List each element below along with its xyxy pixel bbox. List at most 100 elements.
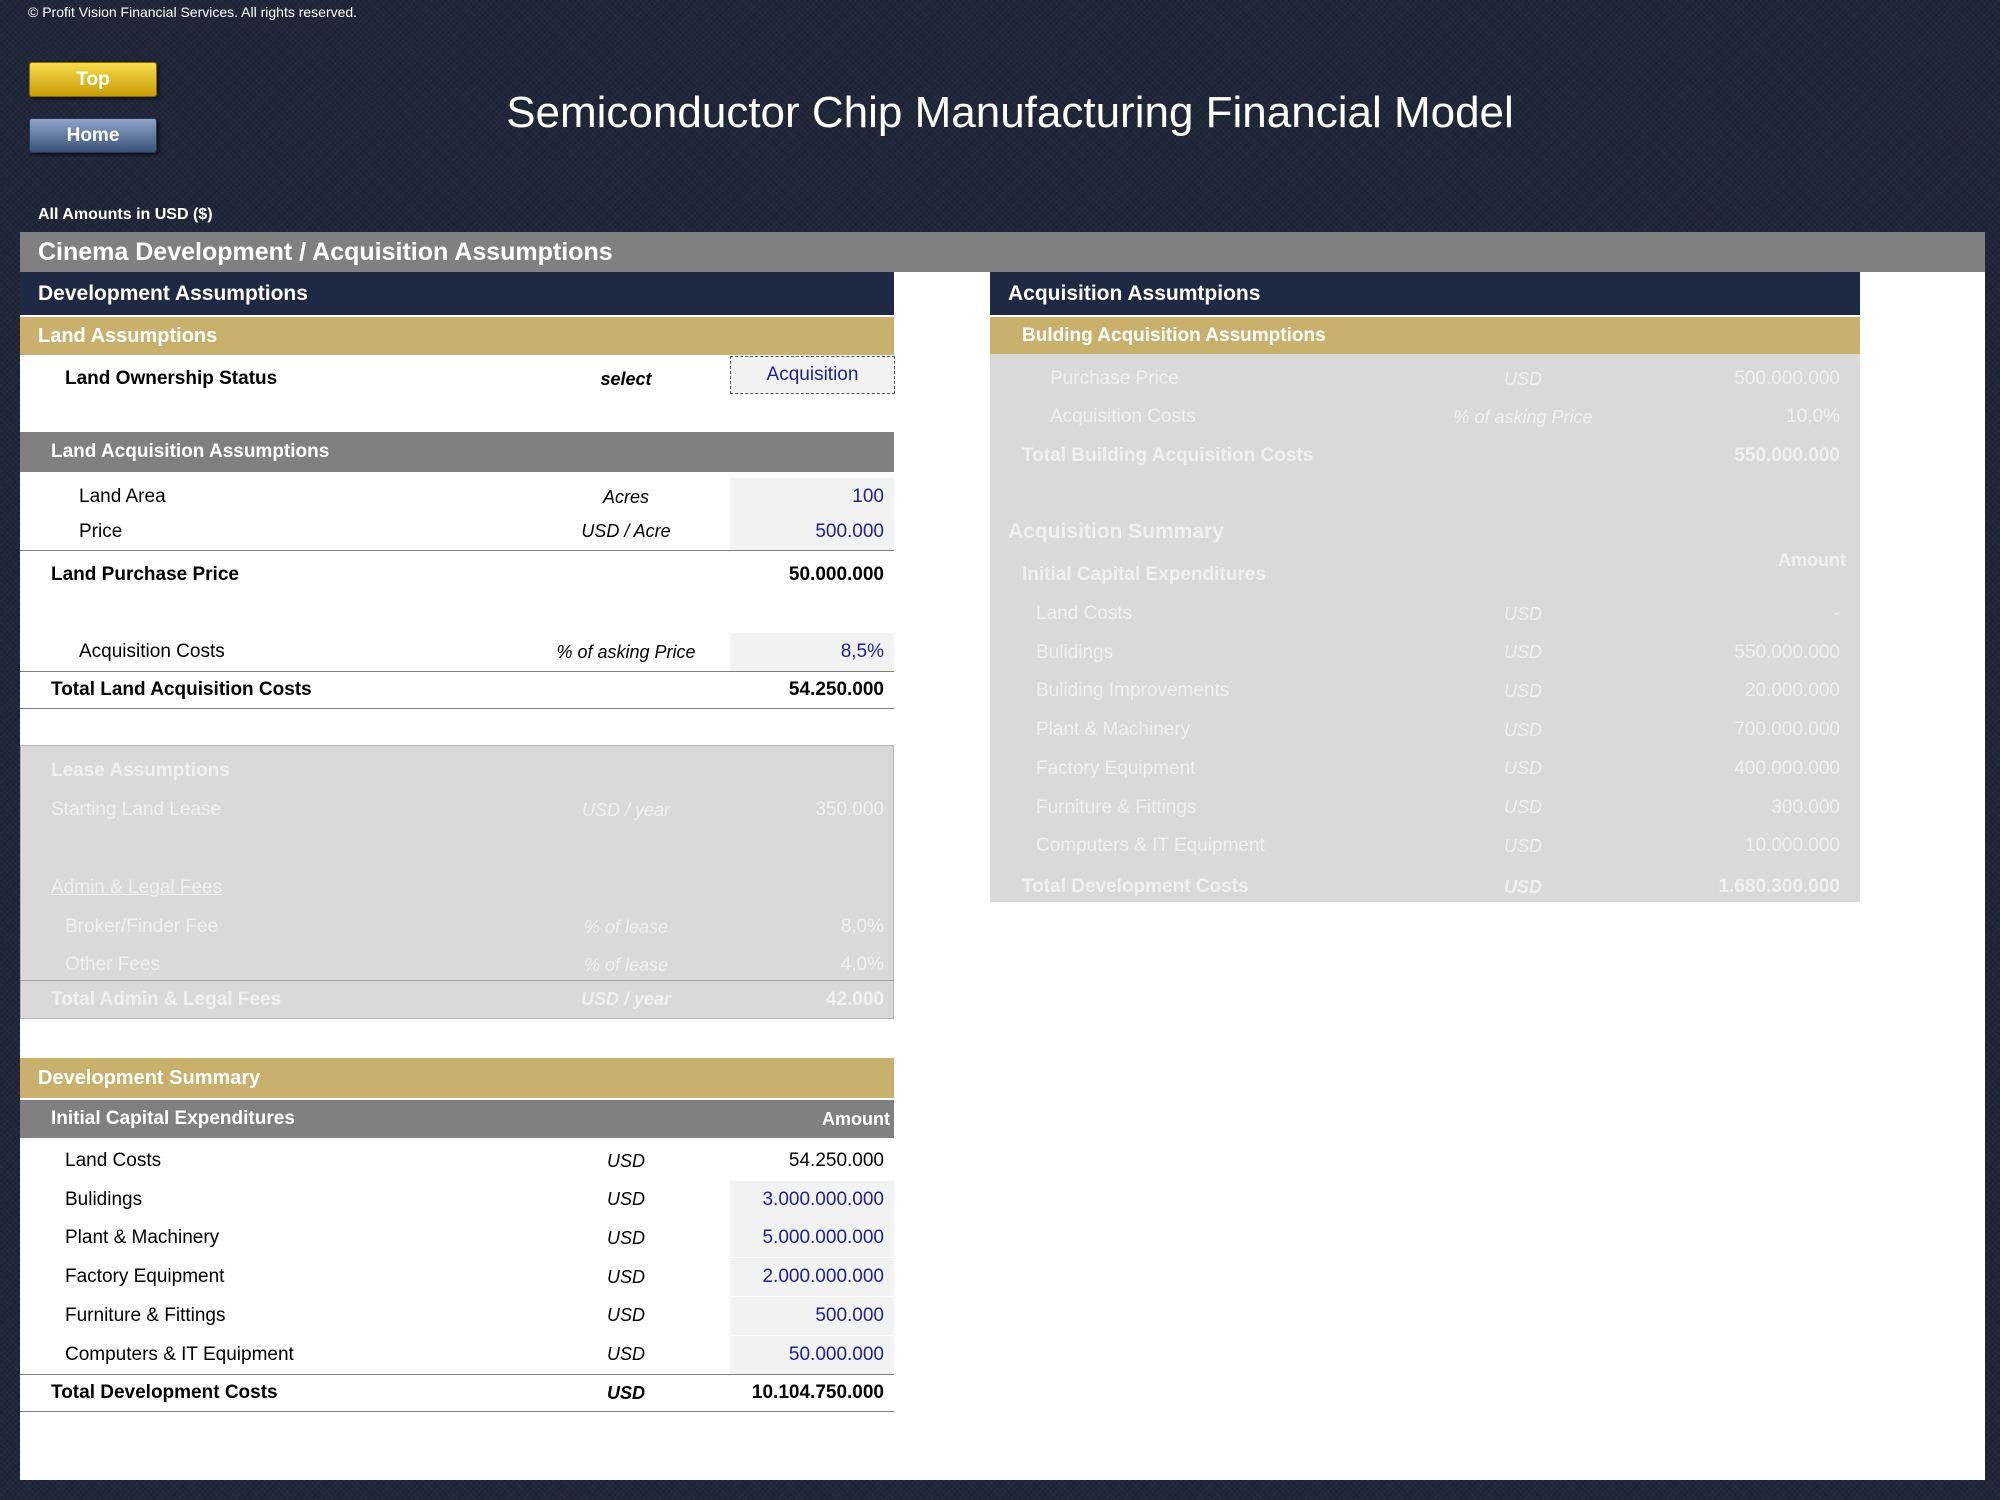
summary-row-label: Factory Equipment — [1036, 757, 1196, 779]
summary-row-input[interactable]: 3.000.000.000 — [730, 1180, 894, 1219]
acquisition-costs-input[interactable]: 8,5% — [730, 633, 894, 671]
summary-row-unit: USD — [606, 1189, 645, 1210]
total-admin-fees-label: Total Admin & Legal Fees — [51, 988, 282, 1010]
land-purchase-row: Land Purchase Price 50.000.000 — [20, 556, 894, 594]
admin-fees-header: Admin & Legal Fees — [51, 877, 223, 898]
total-land-acquisition-value: 54.250.000 — [788, 679, 884, 700]
land-area-row: Land Area Acres 100 — [20, 478, 894, 516]
summary-row-value: 400.000.000 — [1734, 757, 1840, 779]
summary-row-input[interactable]: 50.000.000 — [730, 1335, 894, 1374]
summary-row-label: Land Costs — [1036, 603, 1133, 624]
summary-row-label: Plant & Machinery — [65, 1227, 220, 1249]
acquisition-costs-label: Acquisition Costs — [79, 641, 225, 662]
summary-row-unit: USD — [1503, 835, 1542, 856]
page-title: Semiconductor Chip Manufacturing Financi… — [506, 88, 1514, 137]
building-acquisition-header: Bulding Acquisition Assumptions — [990, 317, 1860, 354]
total-development-costs-label: Total Development Costs — [51, 1382, 278, 1403]
admin-fees-header-row: Admin & Legal Fees — [20, 869, 894, 907]
starting-lease-row: Starting Land Lease USD / year 350.000 — [20, 791, 894, 829]
lease-header-row: Lease Assumptions — [20, 752, 894, 790]
summary-row: Computers & IT Equipment USD 10.000.000 — [990, 827, 1860, 865]
price-unit: USD / Acre — [581, 521, 671, 541]
acq-total-development-unit: USD — [1503, 876, 1542, 897]
acq-total-development-value: 1.680.300.000 — [1718, 876, 1840, 897]
total-development-costs-row: Total Development Costs USD 10.104.750.0… — [20, 1374, 894, 1412]
broker-fee-row: Broker/Finder Fee % of lease 8,0% — [20, 908, 894, 946]
summary-row-value: 550.000.000 — [1734, 641, 1840, 663]
summary-row-unit: USD — [606, 1266, 645, 1287]
summary-row-label: Computers & IT Equipment — [65, 1343, 294, 1365]
summary-row-unit: USD — [606, 1305, 645, 1326]
starting-lease-unit: USD / year — [581, 799, 671, 820]
land-ownership-unit: select — [600, 368, 652, 389]
summary-row: Buliding Improvements USD 20.000.000 — [990, 672, 1860, 710]
acquisition-summary-header: Acquisition Summary — [1008, 520, 1224, 543]
acq-total-development-row: Total Development Costs USD 1.680.300.00… — [990, 868, 1860, 906]
broker-fee-value: 8,0% — [840, 916, 884, 937]
summary-row-input[interactable]: 5.000.000.000 — [730, 1219, 894, 1258]
summary-row-input[interactable]: 500.000 — [730, 1296, 894, 1335]
summary-row-unit: USD — [1503, 758, 1542, 779]
summary-row-value: - — [1833, 603, 1840, 624]
total-land-acquisition-label: Total Land Acquisition Costs — [51, 679, 312, 700]
summary-row-label: Bulidings — [1036, 641, 1114, 663]
summary-row-label: Furniture & Fittings — [1036, 796, 1197, 818]
acquisition-costs-row: Acquisition Costs % of asking Price 8,5% — [20, 633, 894, 671]
purchase-price-unit: USD — [1503, 368, 1542, 389]
acquisition-header: Acquisition Assumtpions — [990, 272, 1860, 315]
building-acq-costs-row: Acquisition Costs % of asking Price 10,0… — [990, 398, 1860, 436]
acq-capex-header-row: Initial Capital Expenditures Amount — [990, 550, 1860, 594]
other-fees-value: 4,0% — [840, 954, 884, 975]
summary-row: Furniture & Fittings USD 500.000 — [20, 1296, 894, 1335]
other-fees-row: Other Fees % of lease 4,0% — [20, 946, 894, 984]
summary-row-unit: USD — [1503, 719, 1542, 740]
summary-row: Computers & IT Equipment USD 50.000.000 — [20, 1335, 894, 1374]
total-development-costs-unit: USD — [606, 1382, 645, 1403]
summary-row-label: Bulidings — [65, 1188, 143, 1210]
total-building-acq-row: Total Building Acquisition Costs 550.000… — [990, 437, 1860, 475]
summary-row: Furniture & Fittings USD 300.000 — [990, 789, 1860, 827]
price-label: Price — [79, 520, 123, 542]
acq-amount-header: Amount — [1778, 550, 1846, 570]
land-purchase-value: 50.000.000 — [788, 564, 884, 585]
summary-row: Plant & Machinery USD 700.000.000 — [990, 711, 1860, 749]
other-fees-label: Other Fees — [65, 954, 161, 975]
building-acq-costs-unit: % of asking Price — [1453, 406, 1593, 427]
land-area-unit: Acres — [602, 486, 649, 507]
summary-row-label: Plant & Machinery — [1036, 719, 1191, 741]
summary-row-unit: USD — [606, 1344, 645, 1364]
capex-header-row: Initial Capital Expenditures Amount — [20, 1100, 894, 1138]
building-acq-costs-label: Acquisition Costs — [1050, 406, 1196, 427]
purchase-price-label: Purchase Price — [1050, 368, 1179, 389]
summary-row-unit: USD — [606, 1227, 645, 1248]
price-input[interactable]: 500.000 — [730, 513, 894, 550]
total-admin-fees-unit: USD / year — [580, 989, 672, 1009]
amount-header: Amount — [822, 1108, 890, 1129]
acquisition-costs-unit: % of asking Price — [556, 641, 696, 662]
total-land-acquisition-row: Total Land Acquisition Costs 54.250.000 — [20, 671, 894, 709]
land-ownership-select[interactable]: Acquisition — [730, 356, 895, 394]
summary-row-input[interactable]: 2.000.000.000 — [730, 1258, 894, 1297]
summary-row: Land Costs USD - — [990, 595, 1860, 633]
summary-row-value: 300.000 — [1771, 796, 1840, 818]
land-area-label: Land Area — [79, 486, 166, 507]
land-assumptions-header: Land Assumptions — [20, 317, 894, 355]
summary-row-label: Furniture & Fittings — [65, 1304, 226, 1326]
summary-row-value: 20.000.000 — [1744, 680, 1840, 702]
total-admin-fees-row: Total Admin & Legal Fees USD / year 42.0… — [20, 980, 894, 1018]
purchase-price-value: 500.000.000 — [1734, 368, 1840, 389]
broker-fee-label: Broker/Finder Fee — [65, 916, 219, 937]
total-admin-fees-value: 42.000 — [825, 988, 884, 1010]
building-acq-costs-value: 10,0% — [1786, 406, 1840, 427]
land-area-input[interactable]: 100 — [730, 478, 894, 516]
summary-row-unit: USD — [1503, 642, 1542, 663]
starting-lease-value: 350.000 — [815, 799, 884, 820]
summary-row-label: Buliding Improvements — [1036, 680, 1230, 702]
total-development-costs-value: 10.104.750.000 — [751, 1382, 884, 1403]
land-acquisition-header: Land Acquisition Assumptions — [20, 432, 894, 472]
currency-note: All Amounts in USD ($) — [38, 206, 213, 223]
starting-lease-label: Starting Land Lease — [51, 799, 222, 820]
other-fees-unit: % of lease — [583, 954, 669, 975]
copyright-text: © Profit Vision Financial Services. All … — [28, 4, 358, 20]
summary-row: Bulidings USD 550.000.000 — [990, 634, 1860, 672]
